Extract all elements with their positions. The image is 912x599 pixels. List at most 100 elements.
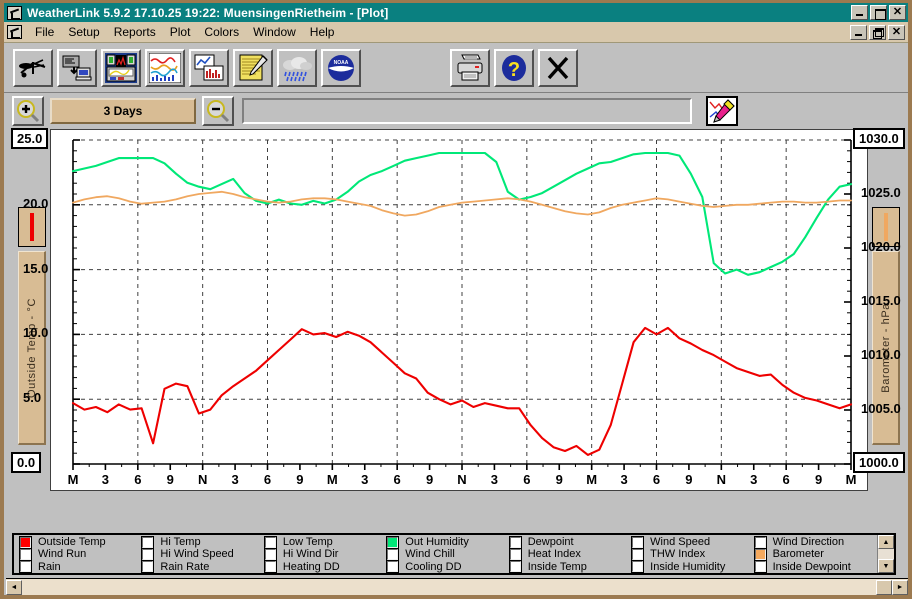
mdi-restore-button[interactable] [869, 25, 886, 40]
legend-checkbox[interactable] [510, 561, 521, 572]
legend-item[interactable]: Barometer [755, 548, 877, 560]
right-tick-1010.0: 1010.0 [861, 347, 901, 362]
legend-item[interactable]: Heating DD [265, 561, 387, 573]
scroll-thumb[interactable] [876, 580, 892, 595]
x-tick-label: 6 [128, 472, 148, 487]
download-icon[interactable] [57, 49, 97, 87]
left-tick-25.0: 25.0 [11, 128, 48, 149]
x-tick-label: 6 [647, 472, 667, 487]
scroll-right-icon[interactable]: ► [892, 580, 908, 595]
scroll-track[interactable] [22, 580, 876, 595]
legend-checkbox[interactable] [20, 561, 31, 572]
station-icon[interactable] [13, 49, 53, 87]
menu-bar: File Setup Reports Plot Colors Window He… [4, 22, 908, 43]
x-tick-label: N [193, 472, 213, 487]
plot-icon[interactable] [145, 49, 185, 87]
legend-scrollbar[interactable]: ▲ ▼ [877, 535, 894, 573]
legend-checkbox[interactable] [142, 537, 153, 548]
notes-icon[interactable] [233, 49, 273, 87]
svg-text:?: ? [508, 59, 520, 81]
zoom-in-magnifier-icon[interactable] [12, 96, 44, 126]
document-icon[interactable] [7, 25, 22, 39]
legend-checkbox[interactable] [20, 549, 31, 560]
menu-colors[interactable]: Colors [197, 24, 246, 40]
chart-canvas[interactable]: 25.020.015.010.05.00.01030.01025.01020.0… [50, 129, 868, 491]
menu-setup[interactable]: Setup [61, 24, 106, 40]
legend-item[interactable]: Wind Run [20, 548, 142, 560]
app-icon [7, 6, 22, 20]
legend-item[interactable]: Rain Rate [142, 561, 264, 573]
mdi-close-button[interactable]: ✕ [888, 25, 905, 40]
legend-item[interactable]: Wind Speed [632, 536, 754, 548]
color-pencil-icon[interactable] [706, 96, 738, 126]
legend-checkbox[interactable] [387, 561, 398, 572]
legend-item[interactable]: Heat Index [510, 548, 632, 560]
reports-icon[interactable] [189, 49, 229, 87]
legend-item[interactable]: Dewpoint [510, 536, 632, 548]
legend-checkbox[interactable] [755, 549, 766, 560]
x-tick-label: M [841, 472, 861, 487]
legend-checkbox[interactable] [632, 549, 643, 560]
legend-checkbox[interactable] [265, 549, 276, 560]
legend-checkbox[interactable] [387, 537, 398, 548]
legend-checkbox[interactable] [20, 537, 31, 548]
legend-scroll-down-icon[interactable]: ▼ [878, 559, 894, 573]
legend-label: Inside Temp [528, 561, 587, 573]
legend-checkbox[interactable] [265, 561, 276, 572]
legend-item[interactable]: Wind Chill [387, 548, 509, 560]
legend-item[interactable]: Cooling DD [387, 561, 509, 573]
legend-item[interactable]: Hi Temp [142, 536, 264, 548]
legend-item[interactable]: Hi Wind Dir [265, 548, 387, 560]
bulletin-icon[interactable] [101, 49, 141, 87]
noaa-icon[interactable]: NOAA [321, 49, 361, 87]
legend-item[interactable]: Outside Temp [20, 536, 142, 548]
print-icon[interactable] [450, 49, 490, 87]
legend-item[interactable]: Rain [20, 561, 142, 573]
legend-checkbox[interactable] [510, 537, 521, 548]
close-window-button[interactable]: ✕ [889, 5, 906, 20]
legend-item[interactable]: Low Temp [265, 536, 387, 548]
legend-item[interactable]: Inside Humidity [632, 561, 754, 573]
legend-checkbox[interactable] [142, 549, 153, 560]
legend-checkbox[interactable] [265, 537, 276, 548]
horizontal-scrollbar[interactable]: ◄ ► [6, 578, 908, 595]
close-icon[interactable] [538, 49, 578, 87]
legend-item[interactable]: Hi Wind Speed [142, 548, 264, 560]
legend-item[interactable]: Inside Dewpoint [755, 561, 877, 573]
x-tick-label: 9 [809, 472, 829, 487]
scroll-left-icon[interactable]: ◄ [6, 580, 22, 595]
legend-checkbox[interactable] [632, 537, 643, 548]
legend-scroll-up-icon[interactable]: ▲ [878, 535, 894, 549]
menu-file[interactable]: File [28, 24, 61, 40]
x-tick-label: 9 [420, 472, 440, 487]
help-icon[interactable]: ? [494, 49, 534, 87]
plot-range-field[interactable]: 3 Days [50, 98, 196, 124]
menu-reports[interactable]: Reports [107, 24, 163, 40]
menu-window[interactable]: Window [246, 24, 303, 40]
legend-item[interactable]: THW Index [632, 548, 754, 560]
x-tick-label: 6 [258, 472, 278, 487]
x-tick-label: 3 [484, 472, 504, 487]
maximize-button[interactable] [870, 5, 887, 20]
legend-label: Outside Temp [38, 536, 106, 548]
mdi-minimize-button[interactable] [850, 25, 867, 40]
legend-checkbox[interactable] [387, 549, 398, 560]
legend-item[interactable]: Out Humidity [387, 536, 509, 548]
legend-checkbox[interactable] [510, 549, 521, 560]
left-tick-5.0: 5.0 [23, 390, 41, 405]
legend-checkbox[interactable] [632, 561, 643, 572]
legend-checkbox[interactable] [755, 561, 766, 572]
left-axis-title[interactable]: Outside Temp - °C [18, 251, 46, 445]
right-tick-1020.0: 1020.0 [861, 239, 901, 254]
menu-help[interactable]: Help [303, 24, 342, 40]
legend-item[interactable]: Inside Temp [510, 561, 632, 573]
forecast-icon[interactable] [277, 49, 317, 87]
legend-checkbox[interactable] [755, 537, 766, 548]
legend-item[interactable]: Wind Direction [755, 536, 877, 548]
zoom-out-magnifier-icon[interactable] [202, 96, 234, 126]
legend-checkbox[interactable] [142, 561, 153, 572]
legend-scroll-track[interactable] [878, 549, 894, 559]
menu-plot[interactable]: Plot [163, 24, 198, 40]
minimize-button[interactable] [851, 5, 868, 20]
legend-label: Cooling DD [405, 561, 461, 573]
